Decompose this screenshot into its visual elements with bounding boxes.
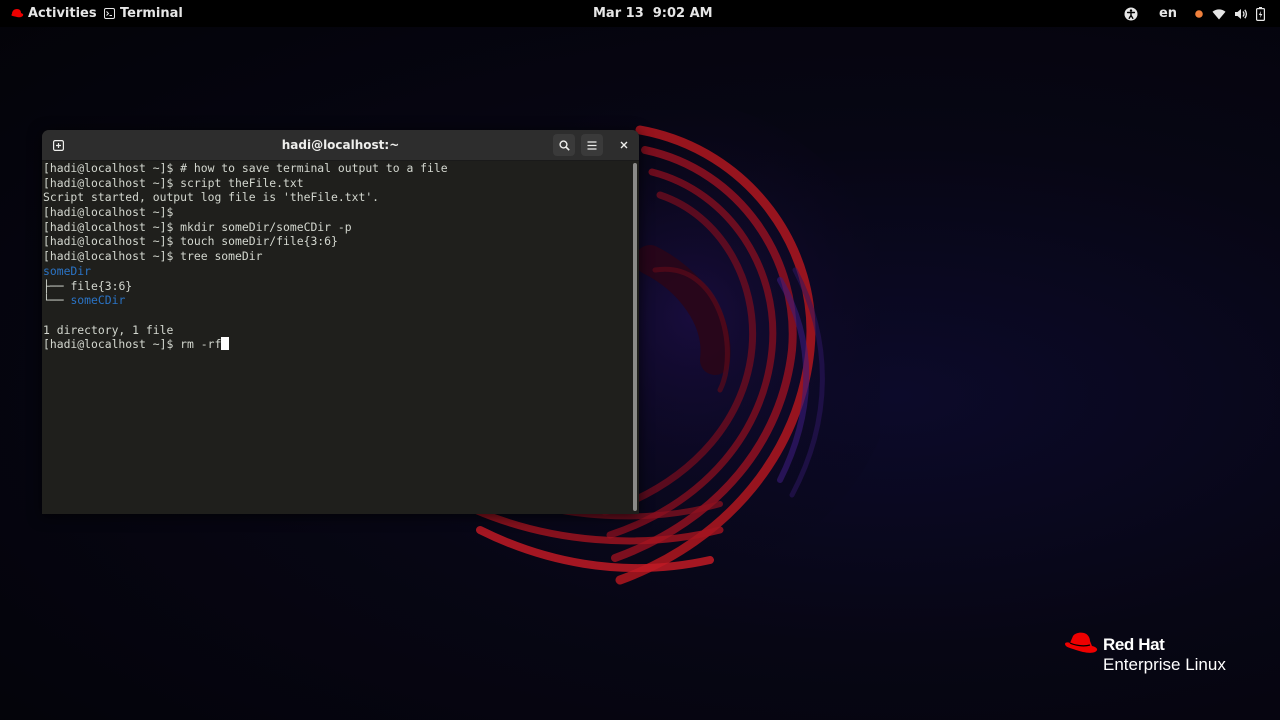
hamburger-menu-icon (587, 140, 597, 150)
app-menu-terminal[interactable]: Terminal (104, 0, 183, 27)
text-cursor (221, 337, 230, 351)
tree-branch: └── (43, 293, 71, 308)
tree-root-directory: someDir (43, 263, 92, 278)
close-button[interactable] (613, 134, 635, 156)
terminal-line: 1 directory, 1 file (43, 322, 174, 337)
product-name: Enterprise Linux (1103, 655, 1226, 674)
app-menu-label: Terminal (120, 6, 183, 21)
wifi-icon[interactable] (1208, 0, 1230, 27)
redhat-logo: Red Hat Enterprise Linux (1064, 630, 1254, 680)
terminal-app-icon (104, 8, 115, 19)
clock-button[interactable]: Mar 13 9:02 AM (593, 0, 713, 27)
terminal-output[interactable]: [hadi@localhost ~]$ # how to save termin… (43, 161, 628, 514)
prompt: [hadi@localhost ~]$ (43, 337, 181, 352)
new-tab-button[interactable] (47, 134, 69, 156)
language-indicator[interactable]: en (1146, 0, 1190, 27)
tree-branch: ├── (43, 278, 71, 293)
tree-entry-line: └── someCDir (43, 293, 628, 308)
activities-button[interactable]: Activities (10, 0, 97, 27)
desktop: Activities Terminal Mar 13 9:02 AM en ha… (0, 0, 1280, 720)
command-input[interactable]: rm -rf (180, 337, 221, 351)
search-icon (558, 139, 570, 151)
terminal-window[interactable]: hadi@localhost:~ [hadi@localhost ~]$ # h… (42, 130, 639, 514)
terminal-line: [hadi@localhost ~]$ (43, 205, 174, 220)
search-button[interactable] (553, 134, 575, 156)
window-title: hadi@localhost:~ (281, 138, 400, 152)
title-bar[interactable]: hadi@localhost:~ (42, 130, 639, 161)
terminal-line: [hadi@localhost ~]$ tree someDir (43, 249, 263, 264)
tree-directory: someCDir (70, 293, 126, 308)
terminal-line: [hadi@localhost ~]$ touch someDir/file{3… (43, 234, 338, 249)
status-dot-icon (1190, 0, 1208, 27)
scrollbar[interactable] (631, 161, 639, 514)
terminal-prompt-line[interactable]: [hadi@localhost ~]$ rm -rf (43, 337, 628, 352)
activities-label: Activities (28, 6, 97, 21)
system-tray[interactable]: en (1116, 0, 1268, 27)
volume-icon[interactable] (1230, 0, 1252, 27)
terminal-line: [hadi@localhost ~]$ mkdir someDir/someCD… (43, 219, 352, 234)
terminal-line: Script started, output log file is 'theF… (43, 190, 380, 205)
close-icon (620, 141, 628, 149)
scrollbar-thumb[interactable] (633, 163, 637, 511)
brand-name: Red Hat (1103, 635, 1165, 654)
tree-file: file{3:6} (70, 278, 133, 293)
top-bar: Activities Terminal Mar 13 9:02 AM en (0, 0, 1280, 27)
terminal-line: [hadi@localhost ~]$ # how to save termin… (43, 161, 448, 175)
clock-time: 9:02 AM (652, 6, 713, 21)
new-tab-icon (52, 139, 64, 151)
redhat-hat-icon (11, 9, 24, 18)
tree-entry-line: ├── file{3:6} (43, 279, 628, 294)
hamburger-menu-button[interactable] (581, 134, 603, 156)
terminal-line: [hadi@localhost ~]$ script theFile.txt (43, 175, 304, 190)
redhat-hat-logo-icon (1065, 632, 1098, 653)
clock-date: Mar 13 (593, 6, 644, 21)
accessibility-icon[interactable] (1116, 0, 1146, 27)
battery-icon[interactable] (1252, 0, 1268, 27)
